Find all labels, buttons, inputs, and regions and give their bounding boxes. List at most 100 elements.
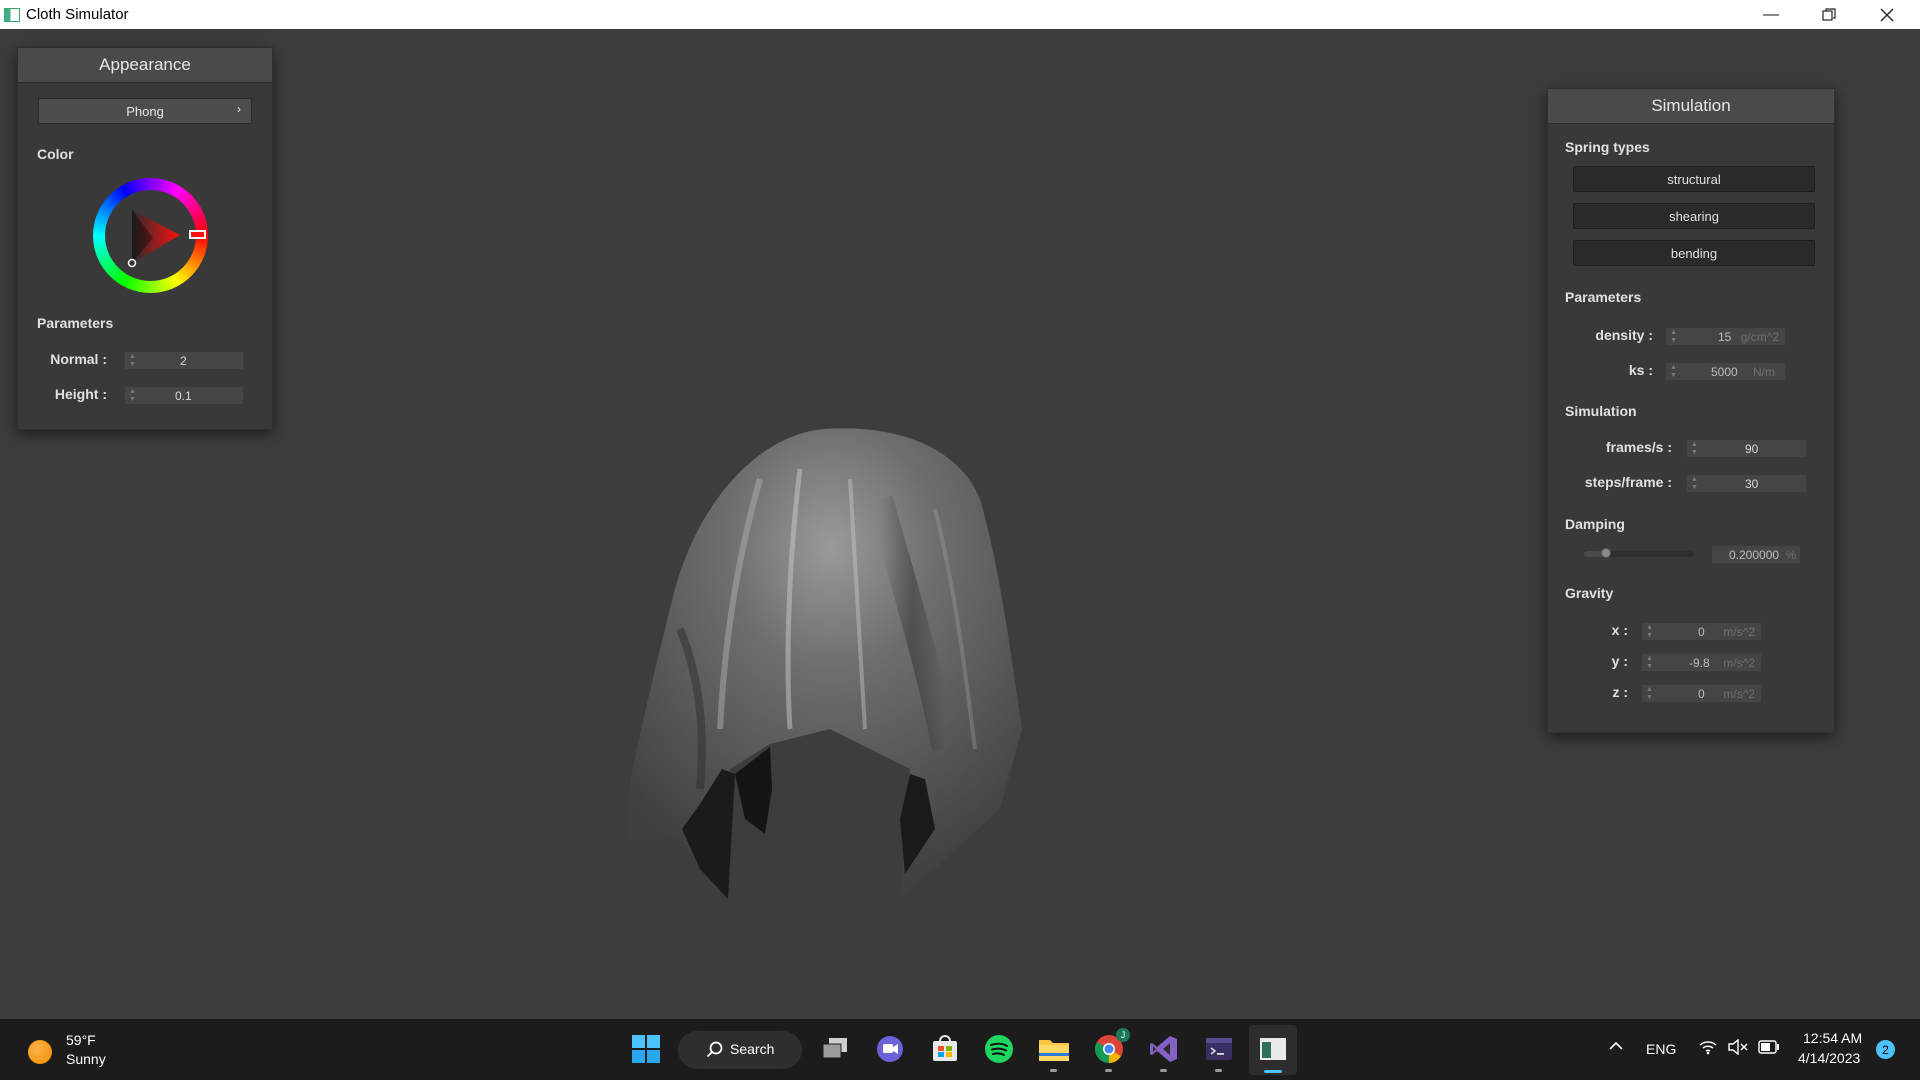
app-icon: [4, 7, 20, 22]
battery-icon[interactable]: [1758, 1040, 1780, 1059]
spin-arrows-icon: ▲ ▼: [129, 353, 136, 368]
terminal-icon[interactable]: [1202, 1032, 1236, 1072]
gravity-z-spinbox[interactable]: ▲ ▼ 0 m/s^2: [1641, 684, 1762, 703]
structural-spring-button[interactable]: structural: [1573, 166, 1815, 192]
damping-slider-handle[interactable]: [1601, 548, 1611, 558]
microsoft-store-icon[interactable]: [928, 1032, 962, 1066]
sim-parameters-label: Parameters: [1565, 289, 1642, 305]
window-title: Cloth Simulator: [26, 6, 129, 23]
task-view-icon[interactable]: [818, 1032, 852, 1066]
ks-spinbox[interactable]: ▲ ▼ 5000 N/m: [1665, 362, 1786, 381]
spin-arrows-icon: ▲ ▼: [1670, 364, 1677, 379]
start-button[interactable]: [629, 1032, 663, 1066]
gravity-z-unit: m/s^2: [1723, 687, 1755, 701]
show-hidden-icons-chevron[interactable]: [1608, 1039, 1628, 1059]
cloth-simulator-taskbar-item[interactable]: [1249, 1025, 1297, 1075]
spring-types-label: Spring types: [1565, 139, 1650, 155]
gravity-z-label: z :: [1612, 684, 1628, 700]
shading-mode-dropdown[interactable]: Phong ›: [38, 98, 252, 124]
window-titlebar: Cloth Simulator —: [0, 0, 1920, 29]
normal-label: Normal :: [50, 351, 107, 367]
damping-label: Damping: [1565, 516, 1625, 532]
simulation-section-label: Simulation: [1565, 403, 1637, 419]
minimize-icon[interactable]: —: [1742, 0, 1800, 29]
gravity-y-unit: m/s^2: [1723, 656, 1755, 670]
density-value: 15: [1718, 330, 1732, 344]
language-indicator[interactable]: ENG: [1646, 1041, 1676, 1057]
weather-temp: 59°F: [66, 1032, 96, 1048]
gravity-x-unit: m/s^2: [1723, 625, 1755, 639]
fps-value: 90: [1745, 442, 1759, 456]
notification-badge[interactable]: 2: [1876, 1040, 1895, 1059]
parameters-section-label: Parameters: [37, 315, 114, 331]
spin-arrows-icon: ▲ ▼: [1646, 655, 1653, 670]
damping-spinbox[interactable]: 0.200000 %: [1711, 545, 1801, 564]
steps-spinbox[interactable]: ▲ ▼ 30: [1686, 474, 1807, 493]
weather-widget[interactable]: 59°F Sunny: [22, 1032, 132, 1070]
fps-label: frames/s :: [1605, 439, 1672, 455]
windows-logo-icon: [632, 1035, 660, 1063]
simulation-panel: Simulation Spring types structural shear…: [1547, 88, 1835, 733]
clock-time[interactable]: 12:54 AM: [1803, 1030, 1862, 1046]
height-value: 0.1: [175, 389, 192, 403]
search-label: Search: [730, 1041, 775, 1057]
density-label: density :: [1595, 327, 1653, 343]
gravity-x-spinbox[interactable]: ▲ ▼ 0 m/s^2: [1641, 622, 1762, 641]
cloth-simulator-app-icon: [1260, 1038, 1286, 1060]
running-indicator: [1105, 1069, 1112, 1072]
color-section-label: Color: [37, 146, 74, 162]
height-spinbox[interactable]: ▲ ▼ 0.1: [124, 386, 244, 405]
appearance-panel-title: Appearance: [18, 48, 272, 83]
hue-selector[interactable]: [189, 230, 206, 239]
wifi-icon[interactable]: [1699, 1039, 1717, 1060]
search-box[interactable]: Search: [678, 1031, 802, 1069]
spin-arrows-icon: ▲ ▼: [1691, 441, 1698, 456]
running-indicator: [1215, 1069, 1222, 1072]
normal-spinbox[interactable]: ▲ ▼ 2: [124, 351, 244, 370]
shearing-spring-button[interactable]: shearing: [1573, 203, 1815, 229]
close-icon[interactable]: [1858, 0, 1916, 29]
sun-icon: [28, 1040, 52, 1064]
spin-arrows-icon: ▲ ▼: [1691, 476, 1698, 491]
teams-chat-icon[interactable]: [873, 1032, 907, 1066]
steps-label: steps/frame :: [1584, 474, 1672, 490]
restore-icon[interactable]: [1800, 0, 1858, 29]
search-icon: [706, 1041, 723, 1058]
normal-value: 2: [180, 354, 187, 368]
spin-arrows-icon: ▲ ▼: [1646, 686, 1653, 701]
chrome-icon[interactable]: J: [1092, 1028, 1130, 1072]
simulation-panel-title: Simulation: [1548, 89, 1834, 124]
spotify-icon[interactable]: [982, 1032, 1016, 1066]
active-indicator: [1264, 1070, 1282, 1073]
gravity-y-spinbox[interactable]: ▲ ▼ -9.8 m/s^2: [1641, 653, 1762, 672]
gravity-y-value: -9.8: [1689, 656, 1710, 670]
weather-desc: Sunny: [66, 1051, 106, 1067]
color-wheel[interactable]: [93, 178, 208, 293]
taskbar: 59°F Sunny Search J ENG 12:54 AM 4/14/20…: [0, 1019, 1920, 1080]
gravity-label: Gravity: [1565, 585, 1614, 601]
gravity-y-label: y :: [1611, 653, 1628, 669]
chevron-right-icon: ›: [237, 102, 241, 116]
appearance-panel: Appearance Phong › Color Parameters Norm…: [17, 47, 273, 430]
visual-studio-icon[interactable]: [1147, 1032, 1181, 1072]
spin-arrows-icon: ▲ ▼: [129, 388, 136, 403]
damping-slider[interactable]: [1584, 548, 1694, 558]
shading-mode-value: Phong: [126, 103, 164, 119]
ks-label: ks :: [1628, 362, 1653, 378]
density-spinbox[interactable]: ▲ ▼ 15 g/cm^2: [1665, 327, 1786, 346]
muted-volume-icon[interactable]: [1728, 1038, 1748, 1060]
spin-arrows-icon: ▲ ▼: [1646, 624, 1653, 639]
damping-value: 0.200000: [1729, 548, 1780, 562]
fps-spinbox[interactable]: ▲ ▼ 90: [1686, 439, 1807, 458]
chrome-profile-badge: J: [1116, 1028, 1130, 1042]
running-indicator: [1050, 1069, 1057, 1072]
clock-date[interactable]: 4/14/2023: [1798, 1050, 1860, 1066]
gravity-z-value: 0: [1698, 687, 1705, 701]
running-indicator: [1160, 1069, 1167, 1072]
damping-unit: %: [1785, 548, 1796, 562]
height-label: Height :: [54, 386, 107, 402]
density-unit: g/cm^2: [1740, 330, 1779, 344]
spin-arrows-icon: ▲ ▼: [1670, 329, 1677, 344]
file-explorer-icon[interactable]: [1037, 1032, 1071, 1072]
bending-spring-button[interactable]: bending: [1573, 240, 1815, 266]
